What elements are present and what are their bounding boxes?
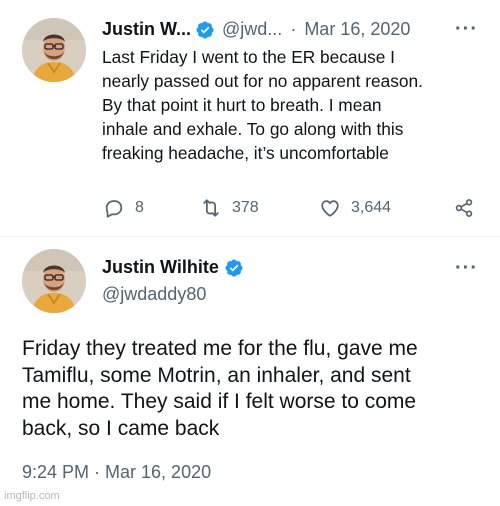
tweet-text-line: Tamiflu, some Motrin, an inhaler, and se… (22, 363, 411, 387)
tweet-text: Friday they treated me for the flu, gave… (22, 336, 492, 442)
tweet-text-line: nearly passed out for no apparent reason… (102, 71, 423, 91)
tweet-text-line: freaking headache, it’s uncomfortable (102, 143, 389, 163)
handle[interactable]: @jwdaddy80 (102, 284, 206, 305)
reply-count: 8 (135, 199, 144, 216)
display-name[interactable]: Justin W... (102, 19, 191, 40)
avatar-photo (22, 249, 86, 313)
avatar[interactable] (22, 249, 86, 313)
reply-button[interactable]: 8 (103, 197, 144, 219)
like-icon (321, 200, 339, 217)
avatar-photo (22, 18, 86, 82)
tweet-text-line: Last Friday I went to the ER because I (102, 47, 395, 67)
tweet-text-line: inhale and exhale. To go along with this (102, 119, 404, 139)
tweet-timestamp[interactable]: 9:24 PM · Mar 16, 2020 (22, 462, 211, 483)
watermark: imgflip.com (4, 490, 60, 502)
like-button[interactable]: 3,644 (319, 197, 391, 219)
more-icon[interactable]: ··· (455, 257, 478, 280)
verified-badge-icon (225, 258, 243, 277)
tweet-text-line: Friday they treated me for the flu, gave… (22, 337, 418, 360)
tweet-text-line: back, so I came back (22, 416, 220, 440)
tweet-date[interactable]: Mar 16, 2020 (304, 19, 410, 40)
retweet-count: 378 (232, 199, 259, 216)
handle[interactable]: @jwd... (222, 19, 282, 40)
avatar[interactable] (22, 18, 86, 82)
reply-icon (105, 200, 123, 218)
separator-dot: · (290, 19, 297, 39)
more-icon[interactable]: ··· (455, 18, 478, 41)
tweet-text-line: By that point it hurt to breath. I mean (102, 95, 382, 115)
display-name[interactable]: Justin Wilhite (102, 257, 219, 278)
tweet-text: Last Friday I went to the ER because I n… (102, 45, 492, 165)
verified-badge-icon (196, 20, 214, 39)
tweet-header: Justin Wilhite (102, 257, 244, 278)
retweet-icon (203, 199, 219, 217)
tweet-header: Justin W... @jwd... · Mar 16, 2020 (102, 19, 410, 40)
divider (0, 236, 500, 237)
retweet-button[interactable]: 378 (200, 197, 259, 219)
tweet-text-line: me home. They said if I felt worse to co… (22, 390, 417, 413)
share-button[interactable] (453, 197, 475, 219)
share-icon (455, 199, 473, 217)
like-count: 3,644 (351, 199, 392, 216)
